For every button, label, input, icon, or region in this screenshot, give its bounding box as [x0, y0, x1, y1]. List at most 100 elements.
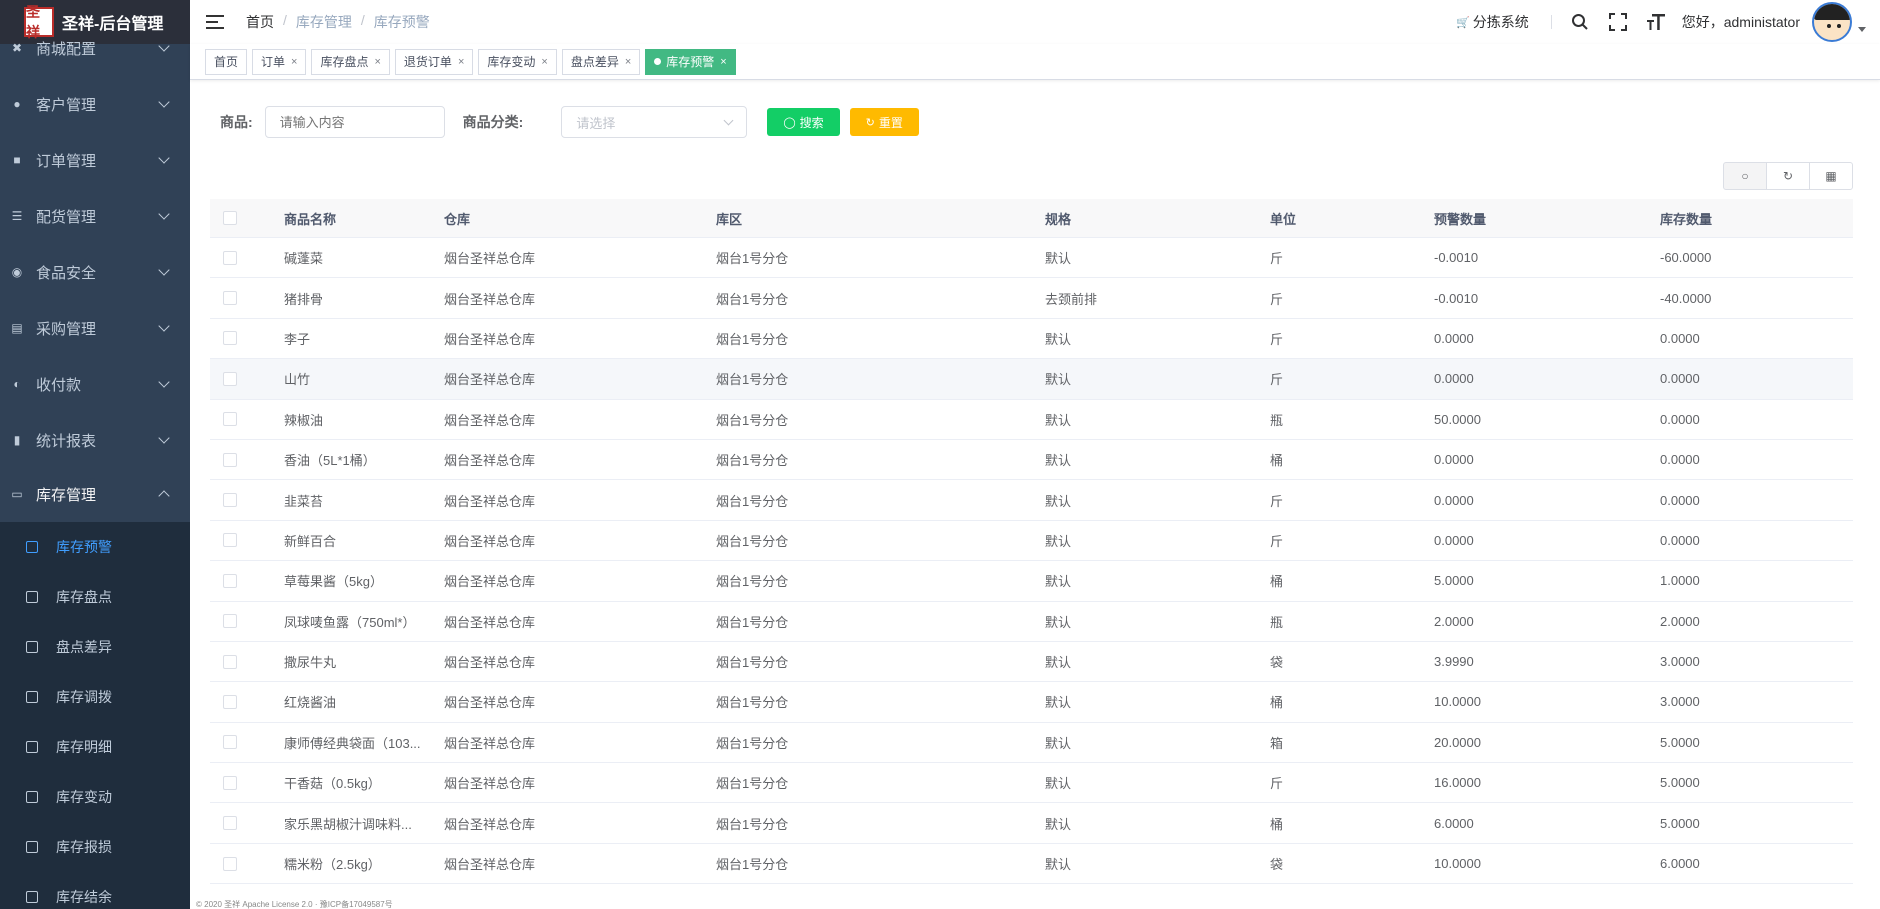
product-input[interactable] [264, 106, 445, 138]
table-cell: 桶 [1270, 695, 1284, 711]
tag-stocktake-diff[interactable]: 盘点差异 × [561, 48, 641, 75]
table-row[interactable]: 香油（5L*1桶） 烟台圣祥总仓库 烟台1号分仓 默认 桶 0.0000 0.0000 [210, 439, 1853, 481]
font-size-icon[interactable] [1644, 10, 1668, 34]
close-icon[interactable]: × [374, 56, 380, 68]
table-cell: 烟台1号分仓 [716, 735, 789, 751]
table-row[interactable]: 韭菜苔 烟台圣祥总仓库 烟台1号分仓 默认 斤 0.0000 0.0000 [210, 480, 1853, 521]
tag-orders[interactable]: 订单 × [252, 48, 307, 75]
category-select[interactable]: 请选择 [561, 106, 748, 138]
table-row[interactable]: 干香菇（0.5kg） 烟台圣祥总仓库 烟台1号分仓 默认 斤 16.0000 5.0000 [210, 763, 1853, 804]
table-cell: 烟台圣祥总仓库 [444, 331, 536, 347]
table-cell: 默认 [1045, 857, 1072, 873]
hamburger-icon[interactable] [206, 15, 224, 29]
row-checkbox[interactable] [223, 694, 237, 709]
sidebar-item-distribution[interactable]: ☰ 配货管理 [0, 188, 190, 244]
row-checkbox[interactable] [223, 775, 237, 790]
fullscreen-icon[interactable] [1606, 10, 1630, 34]
row-checkbox[interactable] [223, 412, 237, 427]
row-checkbox[interactable] [223, 452, 237, 467]
select-all-checkbox[interactable] [223, 211, 237, 225]
sidebar-item-payments[interactable]: ◐ 收付款 [0, 356, 190, 412]
sidebar-subitem-stock-warning[interactable]: 库存预警 [0, 522, 190, 572]
sidebar-subitem-balance[interactable]: 库存结余 [0, 872, 190, 909]
sidebar-item-reports[interactable]: ▮ 统计报表 [0, 412, 190, 468]
sidebar-subitem-stocktake[interactable]: 库存盘点 [0, 572, 190, 622]
table-cell: 20.0000 [1434, 734, 1481, 750]
table-row[interactable]: 糯米粉（2.5kg） 烟台圣祥总仓库 烟台1号分仓 默认 袋 10.0000 6.0000 [210, 843, 1853, 885]
row-checkbox[interactable] [223, 533, 237, 548]
table-row[interactable]: 红烧酱油 烟台圣祥总仓库 烟台1号分仓 默认 桶 10.0000 3.0000 [210, 682, 1853, 723]
table-row[interactable]: 草莓果酱（5kg） 烟台圣祥总仓库 烟台1号分仓 默认 桶 5.0000 1.0000 [210, 561, 1853, 602]
table-cell: 桶 [1270, 816, 1284, 832]
sidebar-subitem-loss[interactable]: 库存报损 [0, 822, 190, 872]
row-checkbox[interactable] [223, 654, 237, 669]
close-icon[interactable]: × [625, 56, 631, 68]
row-checkbox[interactable] [223, 573, 237, 588]
row-checkbox[interactable] [223, 614, 237, 629]
table-row[interactable]: 新鲜百合 烟台圣祥总仓库 烟台1号分仓 默认 斤 0.0000 0.0000 [210, 520, 1853, 562]
table-cell: 默认 [1045, 655, 1072, 671]
tag-stocktake[interactable]: 库存盘点 × [311, 48, 390, 75]
table-row[interactable]: 辣椒油 烟台圣祥总仓库 烟台1号分仓 默认 瓶 50.0000 0.0000 [210, 399, 1853, 440]
sidebar-subitem-transfer[interactable]: 库存调拨 [0, 672, 190, 722]
list-icon [26, 591, 38, 603]
row-checkbox[interactable] [223, 331, 237, 346]
sidebar-subitem-changes[interactable]: 库存变动 [0, 772, 190, 822]
row-checkbox[interactable] [223, 291, 237, 306]
table-row[interactable]: 撒尿牛丸 烟台圣祥总仓库 烟台1号分仓 默认 袋 3.9990 3.0000 [210, 641, 1853, 683]
table-row[interactable]: 碱蓬菜 烟台圣祥总仓库 烟台1号分仓 默认 斤 -0.0010 -60.0000 [210, 238, 1853, 279]
table-row[interactable]: 凤球唛鱼露（750ml*） 烟台圣祥总仓库 烟台1号分仓 默认 瓶 2.0000 2.000… [210, 601, 1853, 642]
toggle-search-button[interactable]: ○ [1723, 162, 1767, 190]
columns-button[interactable]: ▦ [1809, 162, 1853, 190]
sidebar-item-orders[interactable]: ■ 订单管理 [0, 132, 190, 188]
refresh-button[interactable]: ↻ [1766, 162, 1810, 190]
table-row[interactable]: 康师傅经典袋面（103... 烟台圣祥总仓库 烟台1号分仓 默认 箱 20.0000 5.0… [210, 722, 1853, 764]
avatar[interactable] [1812, 2, 1852, 42]
reset-button[interactable]: ↻ 重置 [849, 108, 919, 136]
row-checkbox[interactable] [223, 856, 237, 871]
grid-icon: ▦ [1825, 169, 1837, 183]
sidebar-item-label: 采购管理 [36, 320, 97, 338]
close-icon[interactable]: × [720, 56, 726, 68]
table-row[interactable]: 家乐黑胡椒汁调味料... 烟台圣祥总仓库 烟台1号分仓 默认 桶 6.0000 5.0000 [210, 803, 1853, 844]
table-cell: 糯米粉（2.5kg） [284, 857, 381, 873]
table-row[interactable]: 山竹 烟台圣祥总仓库 烟台1号分仓 默认 斤 0.0000 0.0000 [210, 359, 1853, 400]
doc-icon [26, 541, 38, 553]
sidebar-subitem-label: 盘点差异 [56, 639, 112, 655]
sidebar-item-customers[interactable]: ● 客户管理 [0, 76, 190, 132]
sidebar-item-mall-config[interactable]: ✖ 商城配置 [0, 20, 190, 76]
close-icon[interactable]: × [541, 56, 547, 68]
sidebar-item-purchasing[interactable]: ▤ 采购管理 [0, 300, 190, 356]
box-icon [26, 691, 38, 703]
table-cell: 默认 [1045, 331, 1072, 347]
row-checkbox[interactable] [223, 816, 237, 831]
sidebar-subitem-detail[interactable]: 库存明细 [0, 722, 190, 772]
table-row[interactable]: 猪排骨 烟台圣祥总仓库 烟台1号分仓 去颈前排 斤 -0.0010 -40.0000 [210, 278, 1853, 319]
breadcrumb-home[interactable]: 首页 [246, 12, 274, 32]
sidebar-item-label: 收付款 [36, 376, 82, 394]
sidebar-subitem-stocktake-diff[interactable]: 盘点差异 [0, 622, 190, 672]
tag-stock-changes[interactable]: 库存变动 × [478, 48, 557, 75]
chevron-down-icon [158, 208, 170, 220]
close-icon[interactable]: × [458, 56, 464, 68]
sidebar-item-food-safety[interactable]: ◉ 食品安全 [0, 244, 190, 300]
table-cell: 16.0000 [1434, 775, 1481, 791]
search-icon[interactable] [1568, 10, 1592, 34]
search-button[interactable]: ◯ 搜索 [767, 108, 840, 136]
row-checkbox[interactable] [223, 493, 237, 508]
tag-stock-warning[interactable]: 库存预警 × [645, 48, 736, 75]
sorting-system-link[interactable]: 🛒 分拣系统 [1456, 12, 1529, 32]
table-cell: 斤 [1270, 372, 1284, 388]
row-checkbox[interactable] [223, 735, 237, 750]
caret-down-icon[interactable] [1858, 26, 1866, 32]
table-cell: 凤球唛鱼露（750ml*） [284, 614, 416, 630]
row-checkbox[interactable] [223, 371, 237, 386]
sidebar-item-inventory[interactable]: ▭ 库存管理 [0, 466, 190, 522]
table-row[interactable]: 李子 烟台圣祥总仓库 烟台1号分仓 默认 斤 0.0000 0.0000 [210, 318, 1853, 360]
close-icon[interactable]: × [291, 56, 297, 68]
tag-home[interactable]: 首页 [205, 48, 248, 75]
settings-icon: ✖ [11, 41, 23, 55]
breadcrumb-inventory[interactable]: 库存管理 [296, 12, 352, 32]
row-checkbox[interactable] [223, 250, 237, 265]
tag-return-orders[interactable]: 退货订单 × [394, 48, 474, 75]
